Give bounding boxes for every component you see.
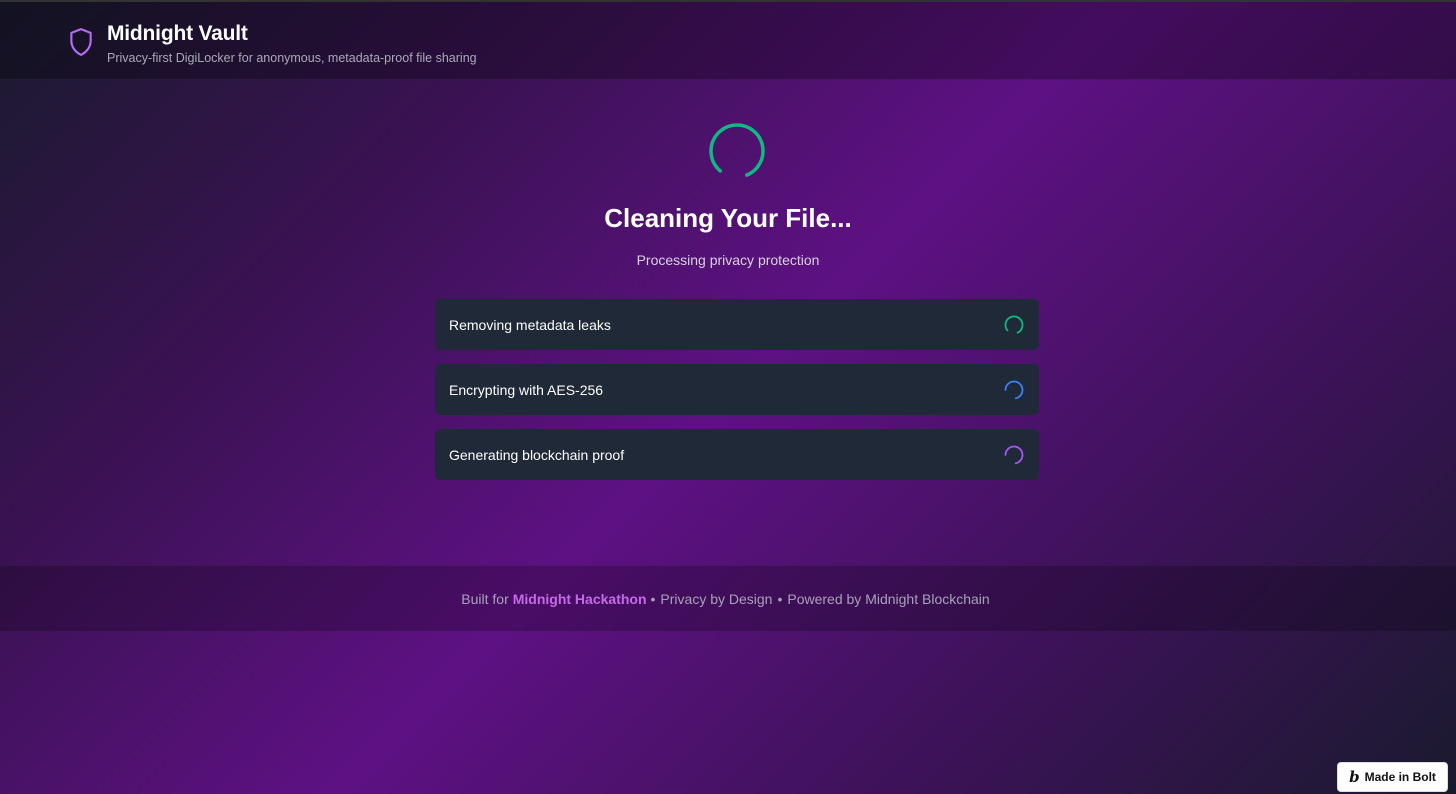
spinner-icon [1004,315,1024,334]
footer-powered: Powered by Midnight Blockchain [787,590,990,607]
bolt-logo-icon: b [1349,768,1360,786]
shield-icon [70,28,92,56]
step-label: Removing metadata leaks [449,316,611,333]
footer-privacy: Privacy by Design [660,590,773,607]
footer-prefix: Built for [461,590,509,607]
step-encrypt: Encrypting with AES-256 [435,364,1039,415]
app-footer: Built for Midnight Hackathon • Privacy b… [0,565,1456,631]
app-subtitle: Privacy-first DigiLocker for anonymous, … [107,51,477,65]
footer-separator: • [650,590,656,607]
spinner-icon [1004,445,1024,464]
step-remove-metadata: Removing metadata leaks [435,299,1039,350]
app-header: Midnight Vault Privacy-first DigiLocker … [0,2,1456,80]
made-in-bolt-badge[interactable]: b Made in Bolt [1337,762,1448,792]
app-title: Midnight Vault [107,22,248,45]
progress-steps: Removing metadata leaks Encrypting with … [435,299,1039,494]
page-subtitle: Processing privacy protection [636,252,820,268]
page-title: Cleaning Your File... [604,203,852,233]
footer-separator: • [777,590,783,607]
brand[interactable]: Midnight Vault Privacy-first DigiLocker … [68,22,477,65]
spinner-icon [1004,380,1024,399]
step-blockchain-proof: Generating blockchain proof [435,429,1039,480]
badge-label: Made in Bolt [1364,770,1436,784]
step-label: Generating blockchain proof [449,446,625,463]
step-label: Encrypting with AES-256 [449,381,604,398]
hackathon-link[interactable]: Midnight Hackathon [513,591,647,607]
loading-spinner-icon [709,123,765,179]
